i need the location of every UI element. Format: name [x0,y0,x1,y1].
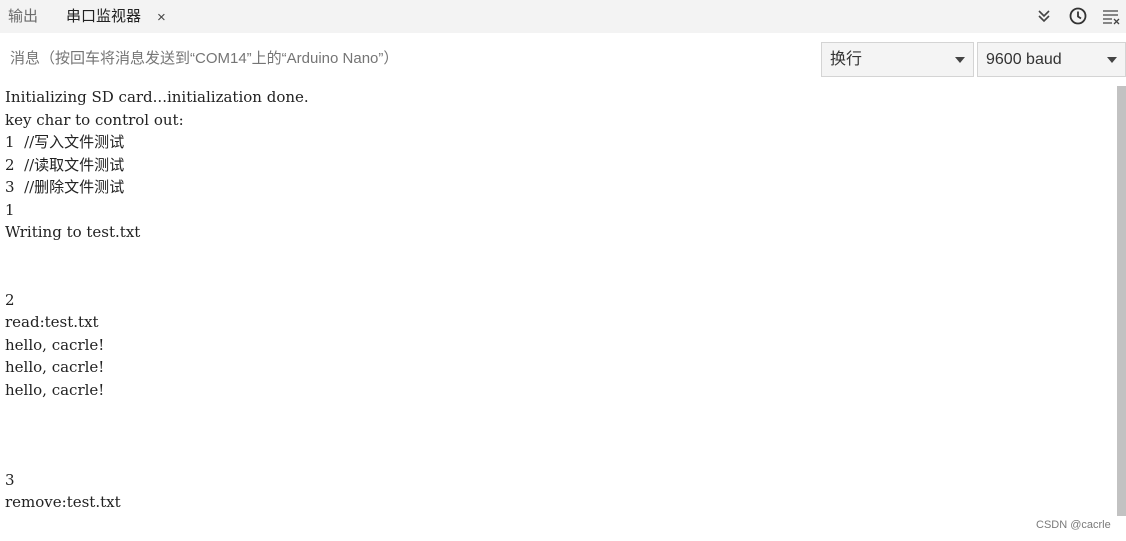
tab-bar: 输出 串口监视器 × [0,0,1126,33]
tab-serial-monitor[interactable]: 串口监视器 [66,0,141,33]
clear-output-icon[interactable] [1101,6,1121,26]
baud-rate-value: 9600 baud [986,51,1062,68]
console-line: remove:test.txt [5,493,121,511]
console-line: read:test.txt [5,313,99,331]
baud-rate-select[interactable]: 9600 baud [977,42,1126,77]
console-line: 1 [5,200,15,219]
console-line: 2 //读取文件测试 [5,155,125,174]
console-line: 2 [5,290,15,309]
console-line: 1 //写入文件测试 [5,133,125,151]
watermark: CSDN @cacrle [1036,519,1111,531]
console-line: hello, cacrle! [5,335,105,354]
clock-icon[interactable] [1068,6,1088,26]
collapse-icon[interactable] [1034,6,1054,26]
scrollbar[interactable] [1117,86,1126,516]
tab-output[interactable]: 输出 [8,0,38,33]
console-line: 3 [5,470,15,489]
console-line: hello, cacrle! [5,358,105,376]
console-line: key char to control out: [5,110,184,129]
close-tab-icon[interactable]: × [157,0,166,33]
console-line: Writing to test.txt [5,223,141,241]
serial-output: Initializing SD card...initialization do… [5,86,1105,514]
message-row: 换行 9600 baud [0,39,1126,79]
line-ending-select[interactable]: 换行 [821,42,974,77]
line-ending-value: 换行 [830,51,863,68]
message-input[interactable] [0,39,812,77]
console-line: hello, cacrle! [5,380,105,399]
chevron-down-icon [1107,57,1117,63]
console-line: Initializing SD card...initialization do… [5,88,309,106]
chevron-down-icon [955,57,965,63]
console-line: 3 //删除文件测试 [5,178,125,196]
scrollbar-thumb[interactable] [1117,86,1126,516]
